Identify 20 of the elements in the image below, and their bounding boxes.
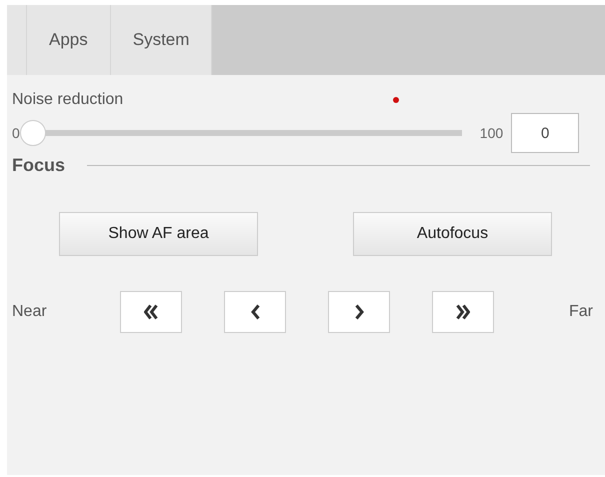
double-chevron-right-icon bbox=[456, 304, 470, 320]
slider-thumb[interactable] bbox=[20, 120, 46, 146]
slider-max-label: 100 bbox=[480, 125, 504, 141]
action-button[interactable]: Show AF area bbox=[59, 212, 258, 256]
step-back-button[interactable] bbox=[224, 291, 286, 333]
action-button[interactable]: Autofocus bbox=[353, 212, 552, 256]
fast-back-button[interactable] bbox=[120, 291, 182, 333]
tab[interactable]: Apps bbox=[27, 5, 111, 75]
setting-label: Noise reduction bbox=[12, 91, 124, 109]
slider-min-label: 0 bbox=[12, 125, 20, 141]
chevron-right-icon bbox=[354, 304, 364, 320]
fast-forward-button[interactable] bbox=[432, 291, 494, 333]
tab[interactable]: System bbox=[110, 5, 212, 75]
section-title: Focus bbox=[12, 155, 66, 176]
far-label: Far bbox=[569, 303, 593, 321]
value-field[interactable]: 0 bbox=[511, 113, 580, 153]
step-forward-button[interactable] bbox=[328, 291, 390, 333]
double-chevron-left-icon bbox=[144, 304, 158, 320]
near-label: Near bbox=[12, 303, 48, 321]
chevron-left-icon bbox=[250, 304, 260, 320]
